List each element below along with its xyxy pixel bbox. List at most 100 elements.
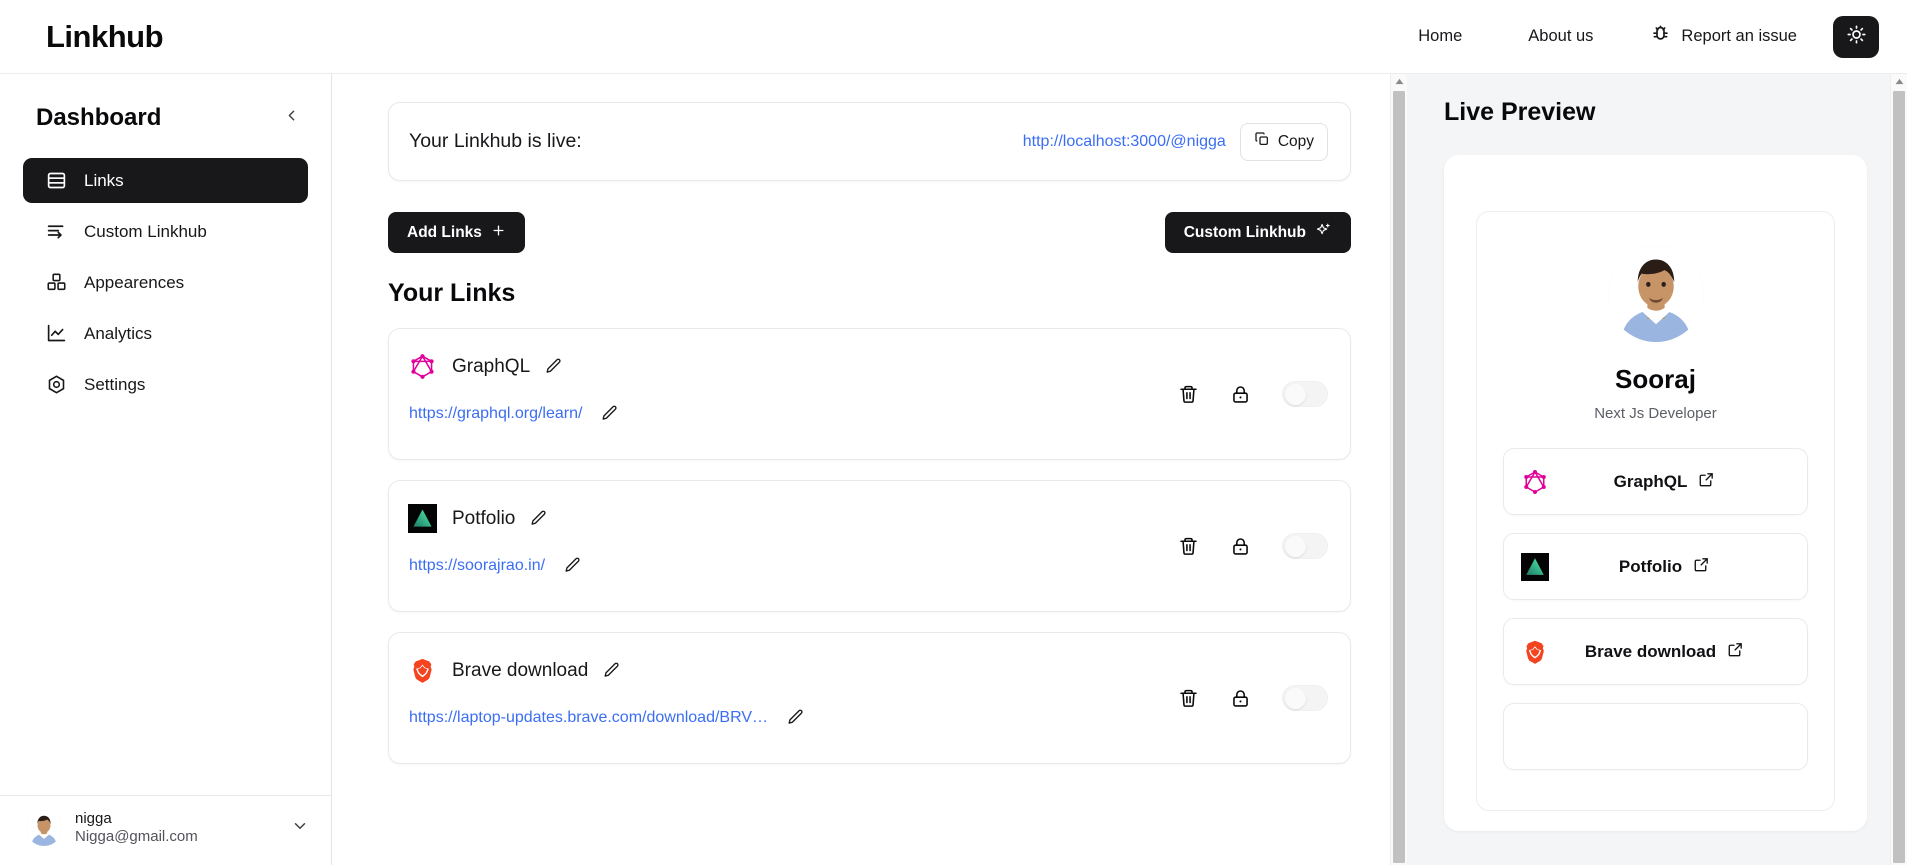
custom-linkhub-button[interactable]: Custom Linkhub [1164,212,1351,253]
report-issue-label: Report an issue [1681,27,1797,45]
sidebar-item-settings[interactable]: Settings [23,362,308,407]
list-arrow-icon [45,221,67,243]
copy-icon [1254,131,1270,152]
report-issue-button[interactable]: Report an issue [1626,24,1827,50]
nav-item-home[interactable]: Home [1385,27,1495,46]
live-url-banner: Your Linkhub is live: http://localhost:3… [388,102,1351,181]
preview-profile-name: Sooraj [1615,364,1696,394]
avatar [26,810,62,847]
sidebar-title: Dashboard [36,104,162,131]
sidebar-item-analytics[interactable]: Analytics [23,311,308,356]
live-preview-panel: Live Preview Sooraj Next Js Developer Gr… [1407,73,1907,865]
sidebar-item-appearences[interactable]: Appearences [23,260,308,305]
main-scrollbar[interactable] [1390,74,1407,865]
link-card-actions [1178,533,1328,559]
sidebar-item-label: Custom Linkhub [84,221,207,241]
sidebar-nav-list: Links Custom Linkhub Appearences Analyti… [0,158,331,407]
sidebar-user-menu[interactable]: nigga Nigga@gmail.com [0,794,331,865]
link-title-row: Brave download [407,655,1326,686]
portfolio-triangle-icon [1520,552,1550,582]
add-links-button[interactable]: Add Links [388,212,525,253]
link-url[interactable]: https://laptop-updates.brave.com/downloa… [409,709,768,727]
theme-toggle-button[interactable] [1833,15,1879,58]
lock-icon[interactable] [1230,384,1251,405]
app-root: Linkhub Home About us Report an issue Da… [0,0,1907,865]
preview-avatar [1607,246,1704,342]
line-chart-icon [45,323,67,345]
link-url[interactable]: https://soorajrao.in/ [409,557,545,575]
bug-icon [1650,24,1671,50]
edit-title-pencil-icon[interactable] [602,661,621,680]
trash-icon[interactable] [1178,536,1199,557]
visibility-toggle[interactable] [1282,533,1328,559]
preview-link-label: Potfolio [1618,556,1683,576]
link-title: Brave download [452,659,589,681]
link-card-actions [1178,381,1328,407]
trash-icon[interactable] [1178,688,1199,709]
link-card: Potfolio https://soorajrao.in/ [388,480,1351,612]
user-name: nigga [75,809,112,827]
sun-icon [1846,24,1867,50]
edit-url-pencil-icon[interactable] [563,556,582,575]
lock-icon[interactable] [1230,536,1251,557]
visibility-toggle[interactable] [1282,381,1328,407]
live-url-link[interactable]: http://localhost:3000/@nigga [1023,133,1226,151]
nav-item-about-us[interactable]: About us [1495,27,1626,46]
link-title-row: Potfolio [407,503,1326,534]
sidebar-item-label: Analytics [84,323,153,343]
sidebar: Dashboard Links Custom Linkhub Appearenc… [0,73,332,865]
preview-link-item[interactable]: GraphQL [1503,448,1808,515]
sidebar-collapse-button[interactable] [279,106,303,130]
brave-icon [1520,637,1550,667]
portfolio-triangle-icon [407,503,438,534]
copy-label: Copy [1277,132,1314,150]
scroll-up-arrow-icon[interactable] [1891,74,1907,89]
sidebar-item-custom-linkhub[interactable]: Custom Linkhub [23,209,308,254]
user-info: nigga Nigga@gmail.com [75,810,198,848]
copy-url-button[interactable]: Copy [1239,122,1328,161]
sidebar-item-links[interactable]: Links [23,158,308,203]
live-banner-label: Your Linkhub is live: [409,130,582,152]
preview-link-label-wrap: Potfolio [1550,556,1785,578]
preview-links-list: GraphQL Potfolio Brave download [1503,448,1808,770]
top-header: Linkhub Home About us Report an issue [0,0,1907,73]
live-preview-inner: Live Preview Sooraj Next Js Developer Gr… [1407,74,1907,831]
edit-url-pencil-icon[interactable] [786,708,805,727]
preview-link-item-partial[interactable] [1503,703,1808,770]
preview-frame: Sooraj Next Js Developer GraphQL Potfoli… [1444,155,1867,831]
sidebar-item-label: Settings [84,374,146,394]
edit-title-pencil-icon[interactable] [529,509,548,528]
link-title: GraphQL [452,355,531,377]
edit-url-pencil-icon[interactable] [600,404,619,423]
chevron-left-icon [283,107,300,129]
sidebar-item-label: Appearences [84,272,185,292]
main-action-row: Add Links Custom Linkhub [388,212,1351,253]
chevron-down-icon[interactable] [291,817,309,840]
link-title-row: GraphQL [407,351,1326,382]
preview-scrollbar[interactable] [1890,74,1907,865]
avatar-illustration [1607,246,1704,342]
preview-link-item[interactable]: Brave download [1503,618,1808,685]
link-url[interactable]: https://graphql.org/learn/ [409,405,582,423]
scroll-up-arrow-icon[interactable] [1391,74,1407,89]
main-scrollbar-thumb[interactable] [1393,91,1405,863]
add-links-label: Add Links [407,223,482,241]
app-logo[interactable]: Linkhub [46,19,164,55]
lock-icon[interactable] [1230,688,1251,709]
page-title: Your Links [388,279,516,307]
preview-link-label: GraphQL [1613,471,1688,491]
preview-link-item[interactable]: Potfolio [1503,533,1808,600]
main-content: Your Linkhub is live: http://localhost:3… [332,73,1407,865]
preview-link-label: Brave download [1584,641,1717,661]
sparkles-icon [1315,222,1332,244]
rows-icon [45,170,67,192]
avatar-illustration [26,810,62,847]
visibility-toggle[interactable] [1282,685,1328,711]
trash-icon[interactable] [1178,384,1199,405]
main-content-inner: Your Linkhub is live: http://localhost:3… [332,74,1407,764]
preview-profile-card: Sooraj Next Js Developer GraphQL Potfoli… [1476,211,1835,811]
external-link-icon [1693,556,1710,578]
live-preview-title: Live Preview [1444,98,1596,126]
edit-title-pencil-icon[interactable] [544,357,563,376]
preview-scrollbar-thumb[interactable] [1893,91,1905,863]
